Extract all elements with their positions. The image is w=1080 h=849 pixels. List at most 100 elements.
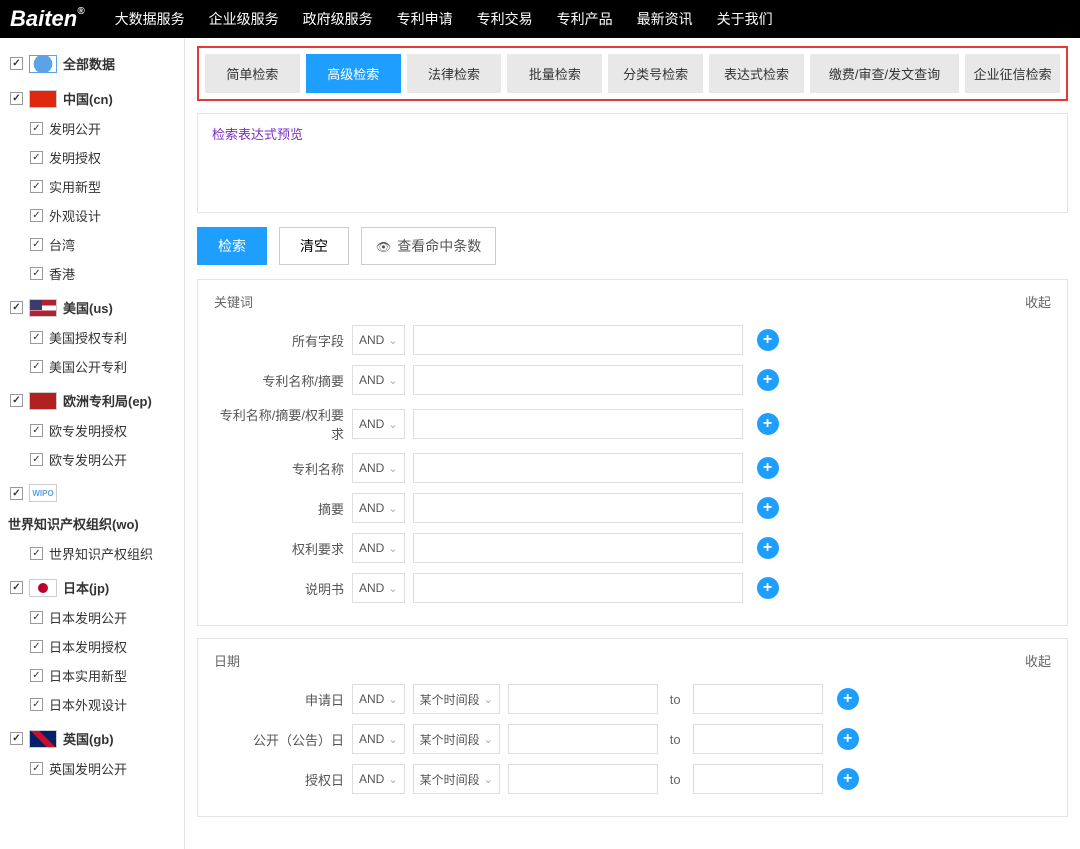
checkbox-icon[interactable] — [30, 209, 43, 222]
add-row-button[interactable]: + — [757, 369, 779, 391]
date-to-input[interactable] — [693, 724, 823, 754]
sidebar-item[interactable]: 日本发明授权 — [8, 632, 184, 661]
nav-patent-trade[interactable]: 专利交易 — [477, 9, 533, 29]
range-type-select[interactable]: 某个时间段 — [413, 764, 500, 794]
sidebar-head-jp[interactable]: 日本(jp) — [8, 572, 184, 603]
nav-government[interactable]: 政府级服务 — [303, 9, 373, 29]
checkbox-icon[interactable] — [30, 640, 43, 653]
date-to-input[interactable] — [693, 764, 823, 794]
operator-select[interactable]: AND — [352, 684, 405, 714]
sidebar-item[interactable]: 发明公开 — [8, 114, 184, 143]
sidebar-head-wo[interactable]: WIPO — [8, 478, 184, 508]
add-row-button[interactable]: + — [757, 537, 779, 559]
checkbox-icon[interactable] — [10, 394, 23, 407]
operator-select[interactable]: AND — [352, 573, 405, 603]
keyword-input[interactable] — [413, 365, 743, 395]
keyword-input[interactable] — [413, 453, 743, 483]
add-row-button[interactable]: + — [757, 457, 779, 479]
tab-batch-search[interactable]: 批量检索 — [507, 54, 602, 93]
operator-select[interactable]: AND — [352, 533, 405, 563]
sidebar-item[interactable]: 日本实用新型 — [8, 661, 184, 690]
sidebar-head-cn[interactable]: 中国(cn) — [8, 83, 184, 114]
checkbox-icon[interactable] — [30, 453, 43, 466]
keyword-input[interactable] — [413, 573, 743, 603]
sidebar-head-gb[interactable]: 英国(gb) — [8, 723, 184, 754]
tab-simple-search[interactable]: 简单检索 — [205, 54, 300, 93]
sidebar-item[interactable]: 欧专发明公开 — [8, 445, 184, 474]
tab-class-search[interactable]: 分类号检索 — [608, 54, 703, 93]
operator-select[interactable]: AND — [352, 453, 405, 483]
sidebar-head-us[interactable]: 美国(us) — [8, 292, 184, 323]
checkbox-icon[interactable] — [10, 301, 23, 314]
checkbox-icon[interactable] — [30, 331, 43, 344]
sidebar-item[interactable]: 实用新型 — [8, 172, 184, 201]
tab-legal-search[interactable]: 法律检索 — [407, 54, 502, 93]
sidebar-item[interactable]: 日本发明公开 — [8, 603, 184, 632]
keyword-input[interactable] — [413, 493, 743, 523]
sidebar-item[interactable]: 日本外观设计 — [8, 690, 184, 719]
checkbox-icon[interactable] — [10, 581, 23, 594]
tab-expression-search[interactable]: 表达式检索 — [709, 54, 804, 93]
search-button[interactable]: 检索 — [197, 227, 267, 265]
checkbox-icon[interactable] — [30, 669, 43, 682]
sidebar-item[interactable]: 世界知识产权组织 — [8, 539, 184, 568]
checkbox-icon[interactable] — [30, 762, 43, 775]
nav-news[interactable]: 最新资讯 — [637, 9, 693, 29]
operator-select[interactable]: AND — [352, 493, 405, 523]
range-type-select[interactable]: 某个时间段 — [413, 684, 500, 714]
nav-patent-apply[interactable]: 专利申请 — [397, 9, 453, 29]
sidebar-item[interactable]: 香港 — [8, 259, 184, 288]
sidebar-item[interactable]: 发明授权 — [8, 143, 184, 172]
add-row-button[interactable]: + — [757, 329, 779, 351]
checkbox-icon[interactable] — [30, 267, 43, 280]
collapse-link[interactable]: 收起 — [1025, 292, 1051, 311]
checkbox-icon[interactable] — [30, 360, 43, 373]
sidebar-item[interactable]: 美国授权专利 — [8, 323, 184, 352]
tab-fee-review-search[interactable]: 缴费/审查/发文查询 — [810, 54, 959, 93]
operator-select[interactable]: AND — [352, 724, 405, 754]
checkbox-icon[interactable] — [30, 611, 43, 624]
tab-enterprise-credit-search[interactable]: 企业征信检索 — [965, 54, 1060, 93]
checkbox-icon[interactable] — [30, 122, 43, 135]
date-from-input[interactable] — [508, 684, 658, 714]
nav-enterprise[interactable]: 企业级服务 — [209, 9, 279, 29]
sidebar-item[interactable]: 台湾 — [8, 230, 184, 259]
checkbox-icon[interactable] — [30, 424, 43, 437]
add-row-button[interactable]: + — [837, 768, 859, 790]
operator-select[interactable]: AND — [352, 365, 405, 395]
range-type-select[interactable]: 某个时间段 — [413, 724, 500, 754]
sidebar-item[interactable]: 美国公开专利 — [8, 352, 184, 381]
date-to-input[interactable] — [693, 684, 823, 714]
sidebar-item[interactable]: 外观设计 — [8, 201, 184, 230]
add-row-button[interactable]: + — [757, 577, 779, 599]
nav-about[interactable]: 关于我们 — [717, 9, 773, 29]
nav-patent-product[interactable]: 专利产品 — [557, 9, 613, 29]
clear-button[interactable]: 清空 — [279, 227, 349, 265]
checkbox-icon[interactable] — [30, 180, 43, 193]
add-row-button[interactable]: + — [757, 413, 779, 435]
add-row-button[interactable]: + — [837, 688, 859, 710]
operator-select[interactable]: AND — [352, 409, 405, 439]
keyword-input[interactable] — [413, 325, 743, 355]
add-row-button[interactable]: + — [757, 497, 779, 519]
sidebar-head-all[interactable]: 全部数据 — [8, 48, 184, 79]
keyword-input[interactable] — [413, 533, 743, 563]
checkbox-icon[interactable] — [30, 698, 43, 711]
checkbox-icon[interactable] — [10, 92, 23, 105]
sidebar-item[interactable]: 英国发明公开 — [8, 754, 184, 783]
date-from-input[interactable] — [508, 764, 658, 794]
checkbox-icon[interactable] — [10, 487, 23, 500]
checkbox-icon[interactable] — [30, 238, 43, 251]
operator-select[interactable]: AND — [352, 764, 405, 794]
keyword-input[interactable] — [413, 409, 743, 439]
add-row-button[interactable]: + — [837, 728, 859, 750]
tab-advanced-search[interactable]: 高级检索 — [306, 54, 401, 93]
hit-count-button[interactable]: 查看命中条数 — [361, 227, 496, 265]
checkbox-icon[interactable] — [10, 57, 23, 70]
checkbox-icon[interactable] — [10, 732, 23, 745]
sidebar-item[interactable]: 欧专发明授权 — [8, 416, 184, 445]
checkbox-icon[interactable] — [30, 547, 43, 560]
date-from-input[interactable] — [508, 724, 658, 754]
sidebar-head-ep[interactable]: 欧洲专利局(ep) — [8, 385, 184, 416]
operator-select[interactable]: AND — [352, 325, 405, 355]
